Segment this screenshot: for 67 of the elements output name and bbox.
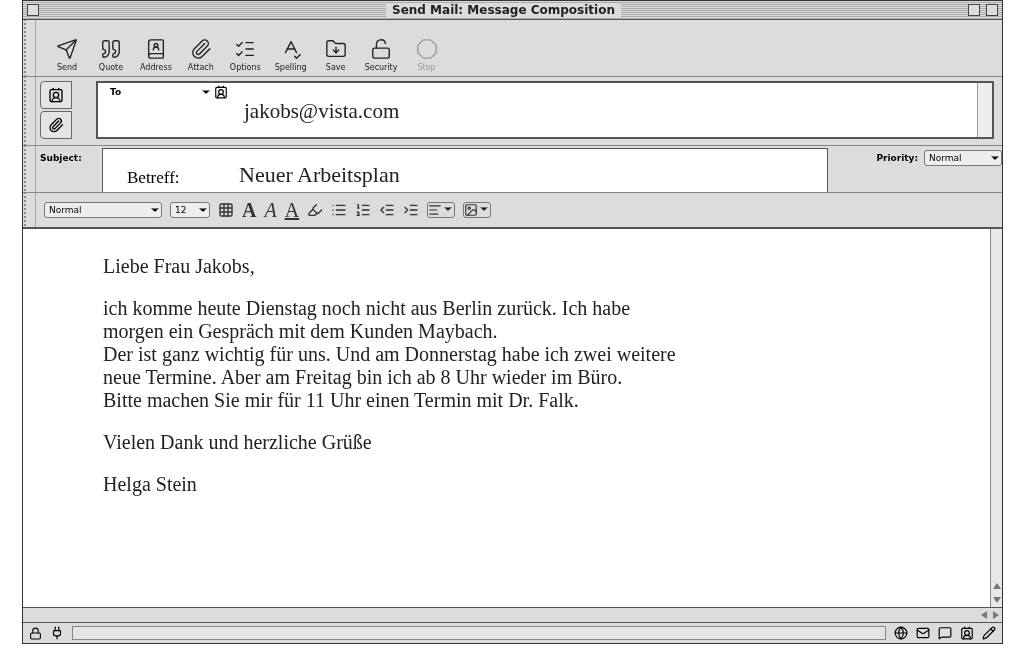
toolbar-button[interactable]: Spelling [270, 38, 311, 72]
address-grip[interactable] [23, 77, 36, 145]
vertical-scroll-bar[interactable] [990, 229, 1002, 607]
table-icon[interactable] [218, 202, 234, 218]
address-field[interactable]: To jakobs@vista.com [96, 81, 994, 139]
numbered-list-icon[interactable] [355, 202, 372, 218]
scroll-left-icon[interactable] [981, 611, 987, 619]
padlock-icon [370, 38, 393, 60]
toolbar-grip[interactable] [23, 20, 36, 76]
toolbar-button[interactable]: Save [316, 38, 355, 72]
align-left-icon[interactable] [427, 202, 456, 218]
stop-icon [415, 38, 438, 60]
highlighter-icon[interactable] [307, 202, 324, 218]
text-style-button[interactable]: A [264, 198, 277, 222]
priority-label: Priority: [876, 153, 918, 165]
recipient-type-label: To [110, 87, 122, 97]
scroll-up-icon[interactable] [992, 583, 1001, 589]
horizontal-scroll-bar[interactable] [23, 608, 1002, 623]
priority-select[interactable]: Normal [924, 150, 1002, 166]
insert-image-icon[interactable] [463, 202, 492, 218]
address-tab[interactable] [40, 81, 72, 109]
folder-icon [324, 38, 347, 60]
attachment-tab[interactable] [40, 111, 72, 139]
scroll-down-icon[interactable] [992, 597, 1001, 603]
message-paragraph: ich komme heute Dienstag noch nicht aus Berlin zurück. Ich habe morgen ein Gespräch mit dem Kunden Maybach. Der ist ganz wichtig für uns. Und am Donnerstag habe ich zwei weitere neue Termine. Aber am Freitag bin ich ab 8 Uhr wieder im Büro. Bitte machen Sie mir für 11 Uhr einen Termin mit Dr. Falk. [103, 297, 677, 412]
subject-label: Subject: [39, 152, 83, 165]
bullet-list-icon[interactable] [331, 202, 348, 218]
recipient-address: jakobs@vista.com [244, 99, 400, 125]
scroll-right-icon[interactable] [993, 611, 999, 619]
quote-icon [100, 38, 122, 60]
toolbar-button[interactable]: Address [136, 38, 176, 72]
message-paragraph: Helga Stein [103, 473, 198, 496]
address-card-icon[interactable] [214, 85, 228, 99]
paragraph-style-select[interactable]: Normal [44, 202, 162, 218]
text-style-button[interactable]: A [242, 198, 257, 222]
pencil-icon[interactable] [982, 626, 996, 640]
paperclip-icon [189, 38, 212, 60]
paperclip-icon [48, 117, 64, 133]
toolbar-button[interactable]: Send [48, 38, 86, 72]
window-title: Send Mail: Message Composition [386, 3, 621, 17]
indent-icon[interactable] [403, 202, 420, 218]
subject-text: Neuer Arbeitsplan [239, 162, 400, 188]
text-style-button[interactable]: A [284, 198, 300, 222]
outdent-icon[interactable] [379, 202, 396, 218]
toolbar-button[interactable]: Options [225, 38, 265, 72]
connection-icon [50, 626, 64, 640]
collapse-box[interactable] [986, 4, 998, 16]
zoom-box[interactable] [968, 4, 980, 16]
font-size-select[interactable]: 12 [170, 202, 210, 218]
toolbar-button[interactable]: Security [360, 38, 402, 72]
subject-field[interactable]: Betreff: Neuer Arbeitsplan [102, 148, 828, 192]
mail-icon[interactable] [916, 626, 930, 640]
message-paragraph: Liebe Frau Jakobs, [103, 255, 256, 278]
chat-icon[interactable] [938, 626, 952, 640]
message-paragraph: Vielen Dank und herzliche Grüße [103, 431, 373, 454]
globe-icon[interactable] [894, 626, 908, 640]
close-box[interactable] [27, 4, 39, 16]
format-grip[interactable] [23, 193, 36, 227]
scroll-bar[interactable] [977, 83, 992, 137]
toolbar-button[interactable]: Attach [181, 38, 220, 72]
subject-prefix: Betreff: [127, 168, 181, 188]
padlock-icon[interactable] [29, 626, 42, 640]
contact-icon [48, 87, 64, 103]
toolbar-button[interactable]: Quote [92, 38, 130, 72]
address-card-icon[interactable] [960, 626, 974, 640]
send-icon [56, 38, 78, 60]
subject-grip[interactable] [23, 146, 36, 192]
